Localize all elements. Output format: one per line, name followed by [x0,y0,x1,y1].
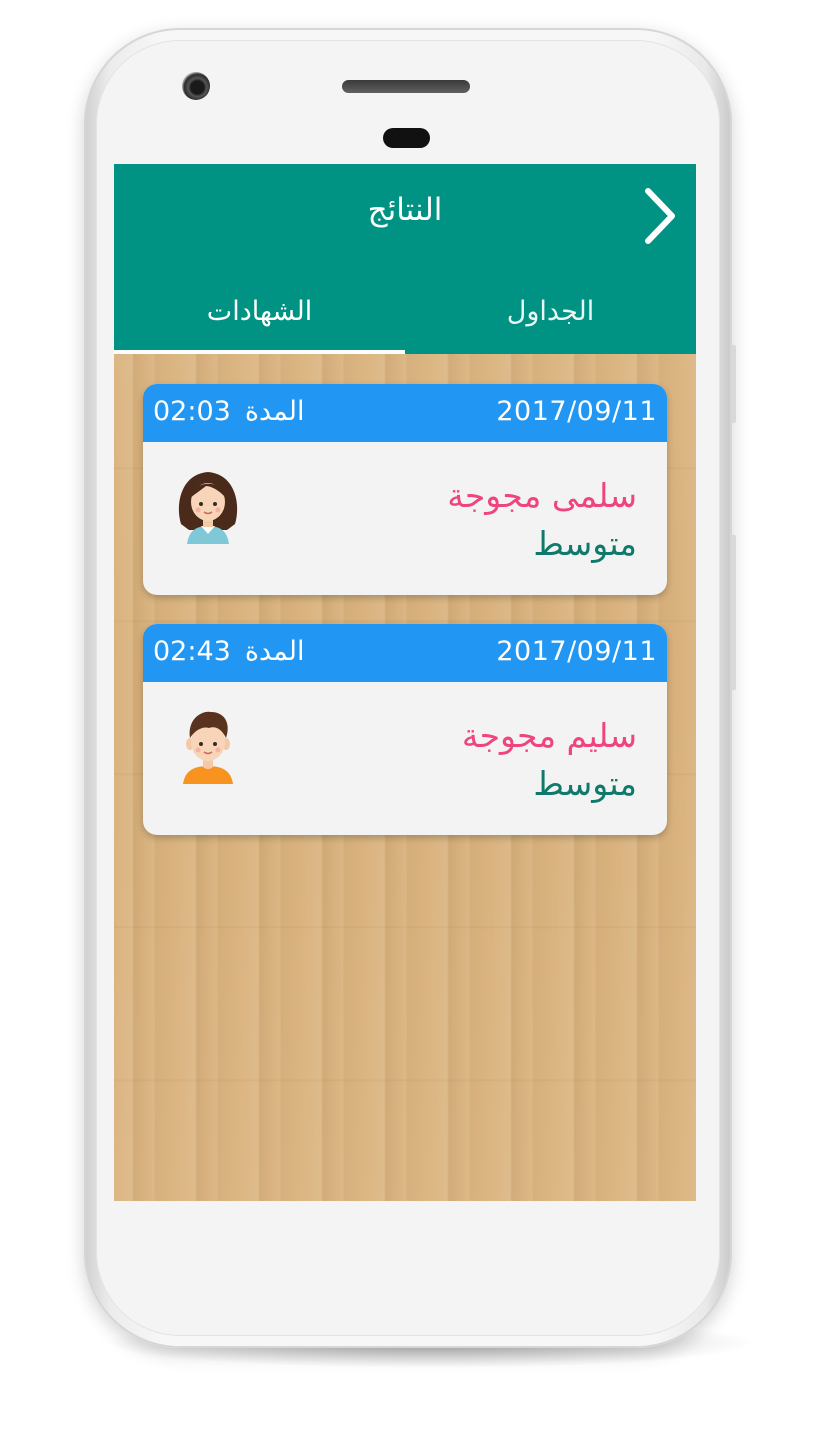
app-bar: النتائج الشهادات الجداول [114,164,696,354]
result-date: 2017/09/11 [496,636,657,667]
duration-label: المدة [244,636,305,667]
proximity-sensor [383,128,430,148]
girl-avatar-icon [178,472,238,544]
earpiece-speaker [342,80,470,93]
app-screen: النتائج الشهادات الجداول 02:03 المدة 201… [114,164,696,1201]
student-level: متوسط [533,524,637,563]
tab-certificates[interactable]: الشهادات [114,284,405,354]
stage: النتائج الشهادات الجداول 02:03 المدة 201… [0,0,816,1437]
chevron-right-icon [645,188,675,244]
card-header: 02:43 المدة 2017/09/11 [143,624,667,682]
card-header: 02:03 المدة 2017/09/11 [143,384,667,442]
boy-avatar-icon [183,711,233,784]
duration: 02:03 المدة [153,396,304,427]
duration-value: 02:03 [153,396,231,427]
result-card[interactable]: 02:43 المدة 2017/09/11 سليم مجوجة متوسط [143,624,667,835]
page-title: النتائج [367,192,443,228]
student-level: متوسط [533,764,637,803]
duration: 02:43 المدة [153,636,304,667]
volume-button [731,345,736,423]
student-name: سلمى مجوجة [447,476,637,515]
power-button [731,535,736,690]
student-name: سليم مجوجة [461,716,637,755]
result-card[interactable]: 02:03 المدة 2017/09/11 سلمى مجوجة متوسط [143,384,667,595]
result-date: 2017/09/11 [496,396,657,427]
duration-label: المدة [244,396,305,427]
tab-tables[interactable]: الجداول [405,284,696,354]
duration-value: 02:43 [153,636,231,667]
back-button[interactable] [634,184,686,248]
front-camera-icon [182,72,210,100]
tab-indicator [114,350,405,354]
